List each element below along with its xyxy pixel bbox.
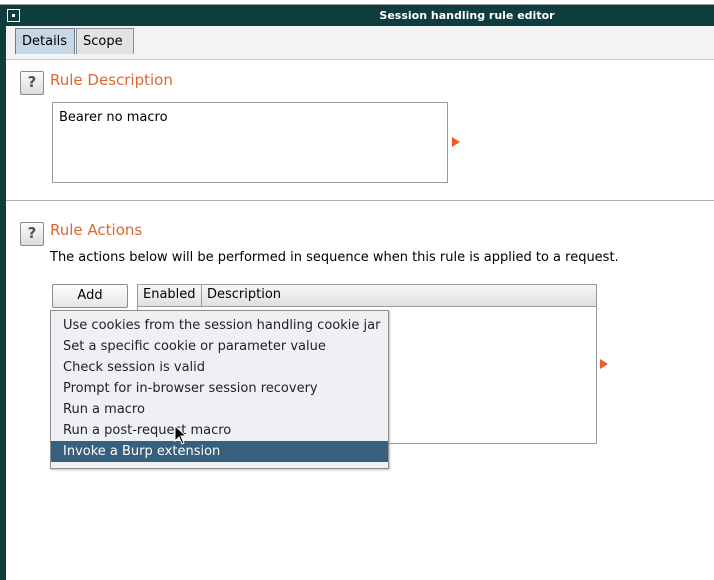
tab-bar: Details Scope	[6, 26, 714, 59]
section-divider	[6, 200, 714, 201]
menu-item-prompt-recovery[interactable]: Prompt for in-browser session recovery	[51, 378, 388, 399]
menu-item-invoke-extension[interactable]: Invoke a Burp extension	[51, 441, 388, 462]
menu-item-run-macro[interactable]: Run a macro	[51, 399, 388, 420]
add-action-menu: Use cookies from the session handling co…	[50, 310, 389, 469]
help-icon[interactable]: ?	[20, 71, 44, 95]
editor-content: Details Scope ? Rule Description Bearer …	[6, 26, 714, 580]
tab-scope[interactable]: Scope	[76, 28, 134, 54]
column-enabled[interactable]: Enabled	[138, 285, 202, 306]
window-titlebar: Session handling rule editor	[0, 5, 714, 26]
rule-description-input[interactable]: Bearer no macro	[52, 102, 448, 183]
menu-item-check-session[interactable]: Check session is valid	[51, 357, 388, 378]
rule-actions-heading: Rule Actions	[50, 221, 143, 239]
details-panel: ? Rule Description Bearer no macro ? Rul…	[6, 59, 714, 580]
help-icon[interactable]: ?	[20, 222, 44, 246]
tab-details[interactable]: Details	[15, 28, 75, 54]
actions-table-header: Enabled Description	[138, 285, 596, 307]
menu-item-set-cookie[interactable]: Set a specific cookie or parameter value	[51, 336, 388, 357]
triangle-right-icon[interactable]	[452, 137, 460, 147]
menu-item-run-post-request-macro[interactable]: Run a post-request macro	[51, 420, 388, 441]
menu-item-use-cookies[interactable]: Use cookies from the session handling co…	[51, 315, 388, 336]
column-description[interactable]: Description	[202, 285, 596, 306]
triangle-right-icon[interactable]	[600, 359, 608, 369]
rule-description-heading: Rule Description	[50, 71, 173, 89]
mouse-pointer-icon	[174, 425, 188, 445]
rule-actions-hint: The actions below will be performed in s…	[50, 250, 619, 265]
window-title: Session handling rule editor	[379, 9, 555, 22]
add-action-button[interactable]: Add	[52, 284, 128, 308]
